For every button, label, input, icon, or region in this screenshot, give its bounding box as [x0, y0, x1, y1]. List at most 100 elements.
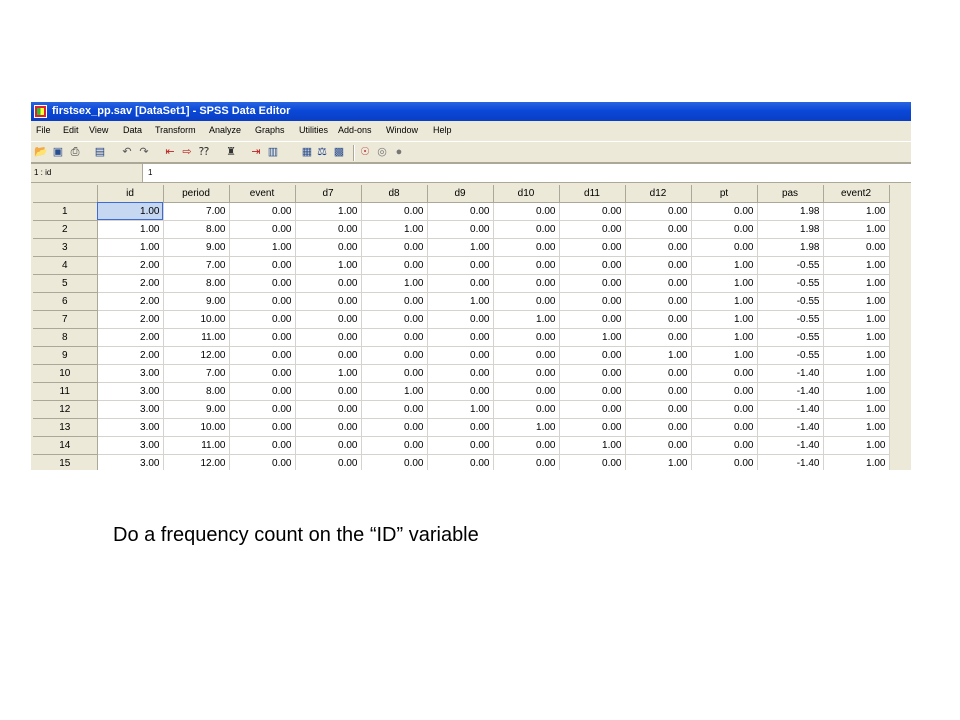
data-cell[interactable]: 0.00 [229, 418, 296, 437]
show-all-icon[interactable]: ● [392, 145, 406, 159]
data-cell[interactable]: 0.00 [427, 202, 494, 221]
data-cell[interactable]: 0.00 [295, 382, 362, 401]
data-cell[interactable]: 1.00 [427, 292, 494, 311]
data-cell[interactable]: 0.00 [493, 400, 560, 419]
data-cell[interactable]: -1.40 [757, 418, 824, 437]
data-cell[interactable]: 0.00 [559, 454, 626, 470]
data-cell[interactable]: 0.00 [493, 328, 560, 347]
data-cell[interactable]: 1.00 [427, 400, 494, 419]
use-sets-icon[interactable]: ☉ [358, 145, 372, 159]
row-number[interactable]: 2 [33, 220, 98, 239]
data-cell[interactable]: 1.98 [757, 238, 824, 257]
row-number[interactable]: 9 [33, 346, 98, 365]
data-cell[interactable]: 1.00 [361, 382, 428, 401]
data-cell[interactable]: 0.00 [229, 346, 296, 365]
data-cell[interactable]: 1.00 [493, 310, 560, 329]
data-cell[interactable]: 9.00 [163, 238, 230, 257]
data-cell[interactable]: 0.00 [493, 238, 560, 257]
data-cell[interactable]: 0.00 [229, 364, 296, 383]
data-cell[interactable]: 0.00 [427, 346, 494, 365]
data-cell[interactable]: 9.00 [163, 400, 230, 419]
data-cell[interactable]: 0.00 [295, 436, 362, 455]
data-cell[interactable]: 11.00 [163, 328, 230, 347]
data-cell[interactable]: 8.00 [163, 220, 230, 239]
menu-data[interactable]: Data [123, 125, 142, 135]
data-cell[interactable]: 0.00 [691, 202, 758, 221]
data-cell[interactable]: 1.00 [625, 454, 692, 470]
data-cell[interactable]: 0.00 [559, 310, 626, 329]
data-cell[interactable]: 0.00 [295, 238, 362, 257]
menu-transform[interactable]: Transform [155, 125, 196, 135]
data-cell[interactable]: 0.00 [559, 418, 626, 437]
data-cell[interactable]: 0.00 [361, 292, 428, 311]
row-number[interactable]: 14 [33, 436, 98, 455]
data-cell[interactable]: 1.00 [361, 220, 428, 239]
data-cell[interactable]: 0.00 [427, 220, 494, 239]
row-number[interactable]: 7 [33, 310, 98, 329]
data-cell[interactable]: 0.00 [295, 310, 362, 329]
data-cell[interactable]: 0.00 [625, 220, 692, 239]
select-cases-icon[interactable]: ⚖ [315, 145, 329, 159]
data-cell[interactable]: 0.00 [361, 400, 428, 419]
data-cell[interactable]: 0.00 [625, 292, 692, 311]
data-cell[interactable]: 1.00 [823, 220, 890, 239]
redo-icon[interactable]: ↷ [137, 145, 151, 159]
data-cell[interactable]: 0.00 [295, 454, 362, 470]
data-cell[interactable]: 12.00 [163, 346, 230, 365]
data-cell[interactable]: 0.00 [493, 346, 560, 365]
data-cell[interactable]: 0.00 [361, 364, 428, 383]
goto-case-icon[interactable]: ⇤ [163, 145, 177, 159]
data-cell[interactable]: 10.00 [163, 310, 230, 329]
data-cell[interactable]: -0.55 [757, 274, 824, 293]
row-number[interactable]: 5 [33, 274, 98, 293]
data-cell[interactable]: 0.00 [625, 274, 692, 293]
data-cell[interactable]: 1.00 [625, 346, 692, 365]
data-cell[interactable]: 0.00 [625, 436, 692, 455]
data-cell[interactable]: 0.00 [493, 382, 560, 401]
data-cell[interactable]: 0.00 [229, 202, 296, 221]
value-labels-icon[interactable]: ▩ [332, 145, 346, 159]
grid-corner[interactable] [33, 185, 98, 203]
title-bar[interactable]: firstsex_pp.sav [DataSet1] - SPSS Data E… [31, 102, 911, 121]
data-cell[interactable]: 0.00 [559, 364, 626, 383]
column-header-pt[interactable]: pt [691, 185, 758, 203]
data-cell[interactable]: 0.00 [295, 418, 362, 437]
column-header-event[interactable]: event [229, 185, 296, 203]
data-cell[interactable]: 0.00 [229, 274, 296, 293]
data-cell[interactable]: -1.40 [757, 382, 824, 401]
data-cell[interactable]: 1.00 [691, 274, 758, 293]
undo-icon[interactable]: ↶ [120, 145, 134, 159]
data-cell[interactable]: 0.00 [559, 346, 626, 365]
column-header-pas[interactable]: pas [757, 185, 824, 203]
data-cell[interactable]: 0.00 [361, 328, 428, 347]
data-cell[interactable]: 0.00 [229, 310, 296, 329]
data-cell[interactable]: 0.00 [625, 400, 692, 419]
insert-cases-icon[interactable]: ♜ [224, 145, 238, 159]
data-cell[interactable]: 1.00 [823, 274, 890, 293]
data-cell[interactable]: 0.00 [295, 274, 362, 293]
column-header-d9[interactable]: d9 [427, 185, 494, 203]
data-cell[interactable]: 0.00 [691, 238, 758, 257]
menu-view[interactable]: View [89, 125, 108, 135]
menu-edit[interactable]: Edit [63, 125, 79, 135]
data-cell[interactable]: 0.00 [229, 220, 296, 239]
menu-window[interactable]: Window [386, 125, 418, 135]
menu-add-ons[interactable]: Add-ons [338, 125, 372, 135]
menu-utilities[interactable]: Utilities [299, 125, 328, 135]
weight-cases-icon[interactable]: ▦ [300, 145, 314, 159]
data-cell[interactable]: 2.00 [97, 292, 164, 311]
data-cell[interactable]: 0.00 [295, 400, 362, 419]
data-cell[interactable]: 0.00 [229, 400, 296, 419]
data-cell[interactable]: 0.00 [625, 364, 692, 383]
data-cell[interactable]: 0.00 [493, 292, 560, 311]
data-cell[interactable]: 2.00 [97, 274, 164, 293]
data-cell[interactable]: 0.00 [295, 220, 362, 239]
data-cell[interactable]: 1.00 [691, 310, 758, 329]
data-cell[interactable]: 0.00 [427, 274, 494, 293]
data-cell[interactable]: 0.00 [427, 310, 494, 329]
data-cell[interactable]: 0.00 [229, 454, 296, 470]
data-cell[interactable]: 1.00 [361, 274, 428, 293]
column-header-d7[interactable]: d7 [295, 185, 362, 203]
data-cell[interactable]: 1.00 [823, 328, 890, 347]
column-header-d10[interactable]: d10 [493, 185, 560, 203]
